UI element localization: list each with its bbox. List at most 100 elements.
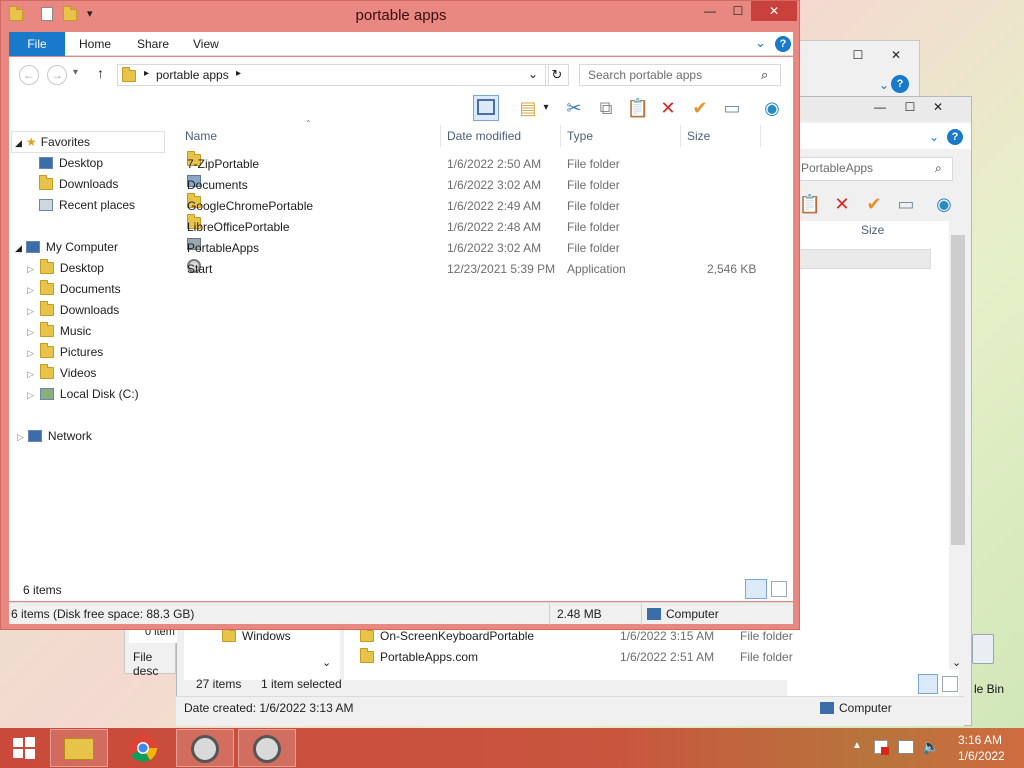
recent-locations-icon[interactable]: ▾ bbox=[73, 67, 78, 78]
cut-icon[interactable]: ✂ bbox=[561, 95, 587, 121]
details-view-icon[interactable] bbox=[918, 674, 938, 694]
portableapps-icon[interactable]: ◉ bbox=[759, 95, 785, 121]
volume-muted-icon[interactable]: 🔈 bbox=[922, 738, 939, 755]
breadcrumb-separator-icon[interactable]: ▸ bbox=[144, 68, 149, 79]
file-row[interactable]: 7-ZipPortable 1/6/2022 2:50 AM File fold… bbox=[165, 151, 793, 175]
large-icons-view-icon[interactable] bbox=[942, 676, 958, 692]
network-icon[interactable] bbox=[898, 740, 914, 754]
taskbar-file-explorer[interactable] bbox=[50, 729, 108, 767]
nav-computer-local-disk[interactable]: ▷ Local Disk (C:) bbox=[27, 384, 139, 405]
breadcrumb-separator-icon[interactable]: ▸ bbox=[236, 68, 241, 79]
taskbar-portableapps-2[interactable] bbox=[238, 729, 296, 767]
search-icon[interactable]: ⌕ bbox=[761, 67, 768, 83]
collapse-arrow-icon[interactable]: ▷ bbox=[17, 432, 24, 442]
maximize-button[interactable]: ☐ bbox=[723, 1, 753, 21]
nav-favorites[interactable]: ◢ ★ Favorites bbox=[15, 132, 90, 153]
address-dropdown-icon[interactable]: ⌄ bbox=[528, 67, 538, 81]
address-bar[interactable]: ▸ portable apps ▸ ⌄ bbox=[117, 64, 549, 86]
minimize-button[interactable]: — bbox=[695, 1, 725, 21]
navigation-pane-icon[interactable] bbox=[473, 95, 499, 121]
start-button[interactable] bbox=[0, 729, 48, 767]
close-button[interactable]: ✕ bbox=[923, 97, 953, 117]
column-header-date[interactable]: Date modified bbox=[441, 125, 561, 147]
column-header-type[interactable]: Type bbox=[561, 125, 681, 147]
minimize-button[interactable]: — bbox=[865, 97, 895, 117]
action-center-icon[interactable] bbox=[874, 740, 889, 755]
help-icon[interactable]: ? bbox=[947, 129, 963, 145]
forward-arrow-icon[interactable]: → bbox=[47, 65, 67, 85]
up-arrow-icon[interactable]: ↑ bbox=[97, 65, 104, 81]
expand-arrow-icon[interactable]: ◢ bbox=[15, 243, 22, 253]
ribbon-expand-icon[interactable]: ⌄ bbox=[755, 35, 766, 51]
search-input[interactable]: Search portable apps bbox=[579, 64, 781, 86]
maximize-button[interactable]: ☐ bbox=[843, 45, 873, 65]
folder-icon bbox=[360, 648, 374, 663]
help-icon[interactable]: ? bbox=[775, 36, 791, 52]
column-header-size[interactable]: Size bbox=[681, 125, 761, 147]
breadcrumb-portable-apps[interactable]: portable apps bbox=[156, 68, 229, 82]
rename-icon[interactable]: ▭ bbox=[893, 191, 919, 217]
nav-favorites-downloads[interactable]: Downloads bbox=[39, 174, 118, 195]
back-scrollbar[interactable] bbox=[949, 221, 967, 669]
details-view-icon[interactable] bbox=[745, 579, 767, 599]
scroll-down-icon[interactable]: ⌄ bbox=[952, 656, 961, 669]
tab-file[interactable]: File bbox=[9, 32, 65, 56]
column-header-name[interactable]: Name bbox=[179, 125, 441, 147]
expand-arrow-icon[interactable]: ◢ bbox=[15, 138, 22, 148]
paste-icon[interactable]: 📋 bbox=[625, 95, 651, 121]
file-row[interactable]: Start 12/23/2021 5:39 PM Application 2,5… bbox=[165, 259, 793, 280]
nav-computer-music[interactable]: ▷ Music bbox=[27, 321, 91, 342]
nav-computer-pictures[interactable]: ▷ Pictures bbox=[27, 342, 103, 363]
collapse-arrow-icon[interactable]: ▷ bbox=[27, 264, 34, 274]
chevron-down-icon[interactable]: ⌄ bbox=[919, 127, 949, 147]
tab-view[interactable]: View bbox=[179, 32, 233, 56]
title-bar[interactable]: ▾ portable apps — ☐ ✕ bbox=[1, 1, 801, 31]
collapse-arrow-icon[interactable]: ▷ bbox=[27, 306, 34, 316]
collapse-arrow-icon[interactable]: ▷ bbox=[27, 369, 34, 379]
check-icon[interactable]: ✔ bbox=[861, 191, 887, 217]
nav-computer-desktop[interactable]: ▷ Desktop bbox=[27, 258, 104, 279]
file-row[interactable]: Documents 1/6/2022 3:02 AM File folder bbox=[165, 175, 793, 196]
back-search-input[interactable]: PortableApps bbox=[801, 161, 873, 175]
delete-icon[interactable]: ✕ bbox=[829, 191, 855, 217]
nav-scroll-down-icon[interactable]: ⌄ bbox=[322, 656, 331, 669]
clock-time[interactable]: 3:16 AM bbox=[958, 733, 1002, 747]
taskbar-portableapps-1[interactable] bbox=[176, 729, 234, 767]
properties-check-icon[interactable]: ✔ bbox=[687, 95, 713, 121]
close-button[interactable]: ✕ bbox=[751, 1, 797, 21]
refresh-icon[interactable]: ↻ bbox=[545, 64, 569, 86]
nav-computer-documents[interactable]: ▷ Documents bbox=[27, 279, 121, 300]
back-column-size[interactable]: Size bbox=[861, 223, 884, 237]
nav-favorites-recent[interactable]: Recent places bbox=[39, 195, 135, 216]
back-arrow-icon[interactable]: ← bbox=[19, 65, 39, 85]
collapse-arrow-icon[interactable]: ▷ bbox=[27, 327, 34, 337]
nav-computer-downloads[interactable]: ▷ Downloads bbox=[27, 300, 119, 321]
nav-my-computer[interactable]: ◢ My Computer bbox=[15, 237, 118, 258]
show-hidden-icons-icon[interactable]: ▲ bbox=[852, 740, 862, 751]
help-icon[interactable]: ? bbox=[891, 75, 909, 93]
back-file-row[interactable]: PortableApps.com 1/6/2022 2:51 AM File f… bbox=[360, 647, 940, 668]
maximize-button[interactable]: ☐ bbox=[895, 97, 925, 117]
delete-icon[interactable]: ✕ bbox=[655, 95, 681, 121]
file-row[interactable]: LibreOfficePortable 1/6/2022 2:48 AM Fil… bbox=[165, 214, 793, 238]
collapse-arrow-icon[interactable]: ▷ bbox=[27, 348, 34, 358]
copy-icon[interactable]: ⧉ bbox=[593, 95, 619, 121]
nav-computer-videos[interactable]: ▷ Videos bbox=[27, 363, 96, 384]
tab-share[interactable]: Share bbox=[123, 32, 183, 56]
file-row[interactable]: PortableApps 1/6/2022 3:02 AM File folde… bbox=[165, 238, 793, 259]
folder-options-icon[interactable]: ▤ bbox=[515, 95, 541, 121]
collapse-arrow-icon[interactable]: ▷ bbox=[27, 285, 34, 295]
portableapps-icon[interactable]: ◉ bbox=[931, 191, 957, 217]
file-row[interactable]: GoogleChromePortable 1/6/2022 2:49 AM Fi… bbox=[165, 193, 793, 217]
large-icons-view-icon[interactable] bbox=[771, 581, 787, 597]
nav-favorites-desktop[interactable]: Desktop bbox=[39, 153, 103, 174]
close-button[interactable]: ✕ bbox=[881, 45, 911, 65]
clock-date[interactable]: 1/6/2022 bbox=[958, 749, 1005, 763]
nav-network[interactable]: ▷ Network bbox=[17, 426, 92, 447]
rename-icon[interactable]: ▭ bbox=[719, 95, 745, 121]
taskbar-chrome[interactable] bbox=[114, 729, 172, 767]
folder-options-dropdown-icon[interactable]: ▾ bbox=[539, 95, 553, 121]
paste-icon[interactable]: 📋 bbox=[797, 191, 823, 217]
collapse-arrow-icon[interactable]: ▷ bbox=[27, 390, 34, 400]
tab-home[interactable]: Home bbox=[65, 32, 125, 56]
